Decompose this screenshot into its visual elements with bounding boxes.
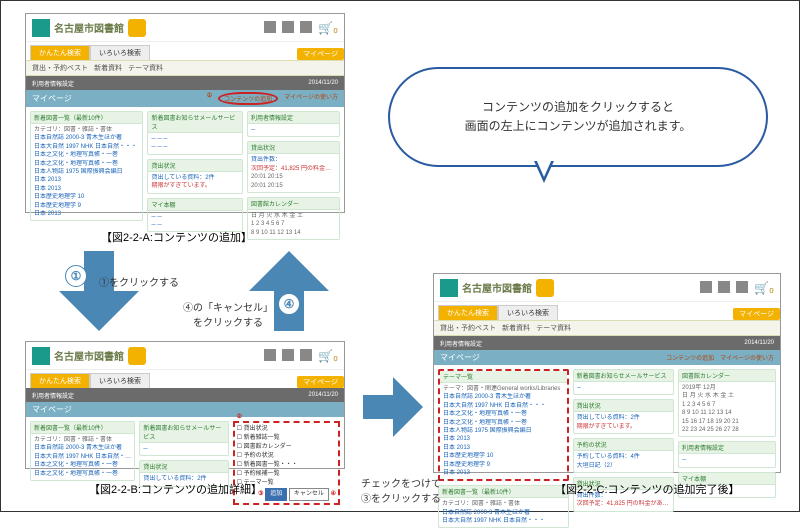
logo-icon [440, 279, 458, 297]
tab-advanced-search[interactable]: いろいろ検索 [498, 305, 558, 320]
marker-2: ② [237, 413, 242, 420]
mypage-button[interactable]: マイページ [297, 48, 344, 60]
tab-advanced-search[interactable]: いろいろ検索 [90, 373, 150, 388]
bubble-tail-icon [534, 161, 554, 183]
panel-user-settings: 利用者情報設定─ [247, 111, 340, 137]
nav-theme[interactable]: テーマ資料 [128, 63, 163, 73]
link-add-content[interactable]: コンテンツの追加 [218, 92, 278, 105]
home-icon[interactable] [264, 349, 276, 361]
user-icon[interactable] [282, 349, 294, 361]
cart-icon[interactable]: 🛒₀ [318, 349, 338, 363]
tab-advanced-search[interactable]: いろいろ検索 [90, 45, 150, 60]
cart-icon[interactable]: 🛒₀ [318, 21, 338, 35]
panel-theme-added: テーマ一覧 テーマ：図書・関連General works/Libraries 日… [438, 369, 569, 481]
home-icon[interactable] [264, 21, 276, 33]
user-icon[interactable] [718, 281, 730, 293]
logo-icon [32, 19, 50, 37]
nav-best[interactable]: 貸出・予約ベスト [32, 63, 88, 73]
checklist-item[interactable]: ☐ 新着図書一覧・・・ [237, 461, 336, 470]
caption-a: 【図2-2-A:コンテンツの追加】 [101, 229, 252, 245]
mascot-icon [128, 19, 146, 37]
marker-4: ④ [331, 490, 336, 499]
panel-mail-service: 新着図書お知らせメールサービス ─ ─ ── ─ ─ [147, 111, 243, 155]
caption-c: 【図2-2-C:コンテンツの追加完了後】 [555, 481, 740, 497]
panel-new-books: 新着図書一覧（最新10件） カテゴリ：図書・雑誌・書体 日本自然誌 2000-3… [30, 111, 143, 221]
subbar-settings[interactable]: 利用者情報設定 [32, 79, 74, 88]
subbar-date: 2014/11/20 [308, 80, 338, 86]
label-mid: チェックをつけて③をクリックする [361, 475, 441, 505]
arrow-down-icon: ① [59, 251, 139, 331]
page-title: マイページ [32, 93, 72, 104]
cancel-button[interactable]: キャンセル [289, 488, 329, 501]
label-step1: ①をクリックする [99, 274, 179, 289]
home-icon[interactable] [700, 281, 712, 293]
screenshot-a: 名古屋市図書館 🛒₀ かんたん検索 いろいろ検索 マイページ 貸出・予約ベスト新… [25, 13, 345, 213]
callout-bubble: コンテンツの追加をクリックすると画面の左上にコンテンツが追加されます。 [388, 67, 768, 167]
arrow-right-icon [363, 377, 423, 439]
screenshot-c: 名古屋市図書館 🛒₀ かんたん検索 いろいろ検索 マイページ 貸出・予約ベスト新… [433, 273, 781, 473]
checklist-item[interactable]: ☐ 図書館カレンダー [237, 443, 336, 452]
bell-icon[interactable] [300, 21, 312, 33]
bell-icon[interactable] [300, 349, 312, 361]
tab-simple-search[interactable]: かんたん検索 [438, 305, 498, 320]
add-button[interactable]: 追加 [265, 488, 287, 501]
mypage-button[interactable]: マイページ [297, 376, 344, 388]
mascot-icon [536, 279, 554, 297]
nav-new[interactable]: 新着資料 [94, 63, 122, 73]
mascot-icon [128, 347, 146, 365]
logo-icon [32, 347, 50, 365]
bell-icon[interactable] [736, 281, 748, 293]
caption-b: 【図2-2-B:コンテンツの追加詳細】 [89, 481, 262, 497]
panel-reserve: 貸出状況 貸出している資料：2件期限がすぎています。 [147, 159, 243, 194]
checklist-item[interactable]: ☐ 貸出状況 [237, 425, 336, 434]
panel-shelf: マイ本棚 ─ ── ─ [147, 198, 243, 233]
link-usage[interactable]: マイページの使い方 [284, 92, 338, 105]
label-step4: ④の「キャンセル」をクリックする [181, 299, 275, 329]
checklist-item[interactable]: ☐ 予約候補一覧 [237, 470, 336, 479]
cart-icon[interactable]: 🛒₀ [754, 281, 774, 295]
marker-1: ① [207, 92, 212, 105]
tab-simple-search[interactable]: かんたん検索 [30, 45, 90, 60]
mypage-button[interactable]: マイページ [733, 308, 780, 320]
screenshot-b: 名古屋市図書館 🛒₀ かんたん検索 いろいろ検索 マイページ 利用者情報設定20… [25, 341, 345, 469]
site-title: 名古屋市図書館 [54, 20, 124, 35]
checklist-item[interactable]: ☐ 予約の状況 [237, 452, 336, 461]
panel-calendar: 図書館カレンダー 日 月 火 水 木 金 土1 2 3 4 5 6 78 9 1… [247, 197, 340, 240]
user-icon[interactable] [282, 21, 294, 33]
checklist-item[interactable]: ☐ 新着雑誌一覧 [237, 434, 336, 443]
header: 名古屋市図書館 🛒₀ [26, 14, 344, 42]
panel-lending: 貸出状況 貸出件数：次回予定：41,825 円の料金があります。20:01 20… [247, 141, 340, 193]
tab-simple-search[interactable]: かんたん検索 [30, 373, 90, 388]
